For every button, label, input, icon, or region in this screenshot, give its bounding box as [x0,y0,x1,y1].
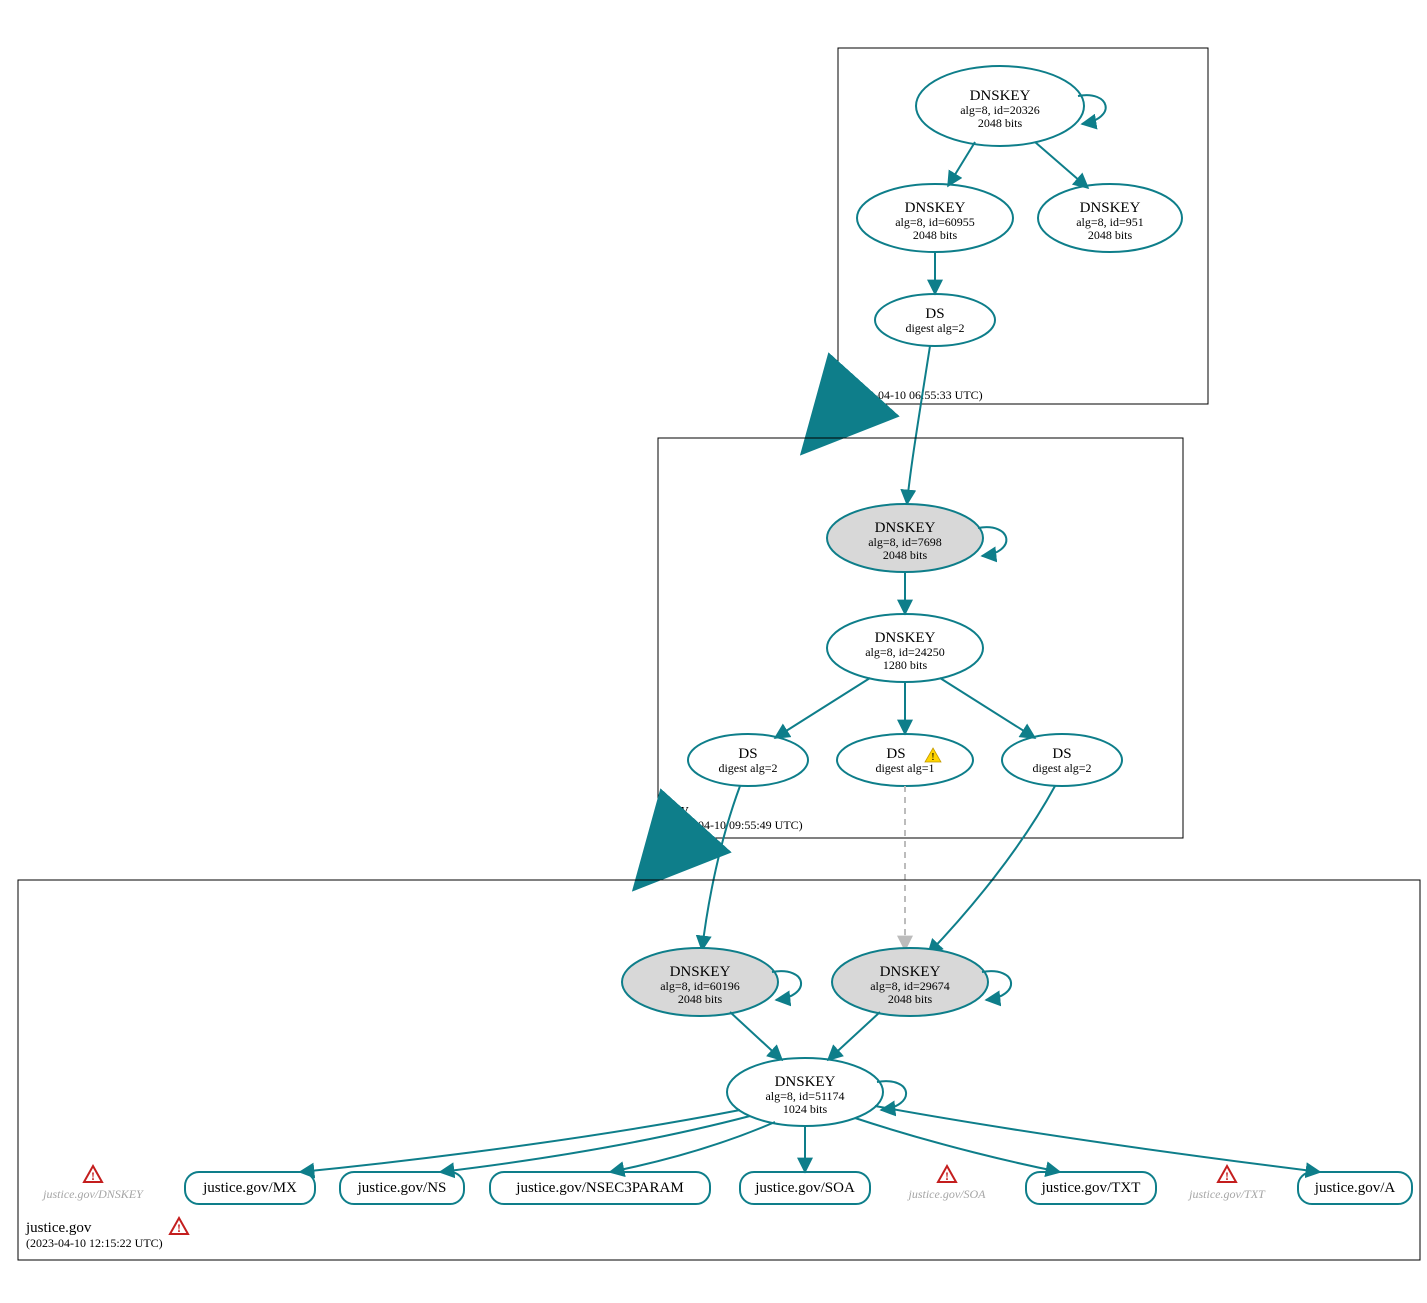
svg-text:alg=8, id=20326: alg=8, id=20326 [960,103,1040,117]
error-icon: ! [1218,1166,1236,1183]
rrset-mx: justice.gov/MX [185,1172,315,1204]
edge-root-to-gov-zone [832,400,850,420]
node-gov-ds2: DS digest alg=1 ! [837,734,973,786]
node-justice-ksk2: DNSKEY alg=8, id=29674 2048 bits [832,948,988,1016]
warning-dnskey: ! justice.gov/DNSKEY [41,1166,144,1201]
svg-text:!: ! [945,1169,949,1183]
svg-text:!: ! [1225,1169,1229,1183]
svg-text:!: ! [177,1221,181,1235]
node-gov-ds3: DS digest alg=2 [1002,734,1122,786]
svg-text:1280 bits: 1280 bits [883,658,928,672]
svg-text:1024 bits: 1024 bits [783,1102,828,1116]
rrset-nsec3param: justice.gov/NSEC3PARAM [490,1172,710,1204]
zone-justice: justice.gov (2023-04-10 12:15:22 UTC) ! … [18,880,1420,1260]
svg-text:justice.gov/MX: justice.gov/MX [202,1180,297,1196]
zone-root: . (2023-04-10 06:55:33 UTC) DNSKEY alg=8… [838,48,1208,404]
node-root-zsk1: DNSKEY alg=8, id=60955 2048 bits [857,184,1013,252]
svg-text:justice.gov/TXT: justice.gov/TXT [1041,1180,1141,1196]
edge-jzsk-txt [855,1118,1060,1172]
svg-text:justice.gov/A: justice.gov/A [1314,1180,1396,1196]
svg-text:justice.gov/NSEC3PARAM: justice.gov/NSEC3PARAM [515,1180,683,1196]
svg-text:justice.gov/DNSKEY: justice.gov/DNSKEY [41,1187,144,1201]
svg-text:digest alg=1: digest alg=1 [875,761,934,775]
edge-gov-to-justice-zone [664,836,682,856]
svg-text:DS: DS [1052,746,1071,762]
svg-text:alg=8, id=51174: alg=8, id=51174 [765,1089,844,1103]
node-root-ksk: DNSKEY alg=8, id=20326 2048 bits [916,66,1084,146]
node-justice-zsk: DNSKEY alg=8, id=51174 1024 bits [727,1058,883,1126]
svg-text:alg=8, id=60955: alg=8, id=60955 [895,215,975,229]
node-root-zsk2: DNSKEY alg=8, id=951 2048 bits [1038,184,1182,252]
svg-text:DNSKEY: DNSKEY [1080,200,1141,216]
svg-text:justice.gov/SOA: justice.gov/SOA [754,1180,855,1196]
svg-text:DNSKEY: DNSKEY [875,520,936,536]
svg-text:!: ! [91,1169,95,1183]
edge-root-ksk-zsk1 [948,142,975,186]
svg-text:DS: DS [738,746,757,762]
zone-root-timestamp: (2023-04-10 06:55:33 UTC) [846,388,983,402]
edge-root-ksk-zsk2 [1035,142,1088,188]
warning-txt: ! justice.gov/TXT [1187,1166,1266,1201]
rrset-ns: justice.gov/NS [340,1172,464,1204]
rrset-txt: justice.gov/TXT [1026,1172,1156,1204]
svg-text:DNSKEY: DNSKEY [880,964,941,980]
svg-text:digest alg=2: digest alg=2 [905,321,964,335]
svg-text:DNSKEY: DNSKEY [775,1074,836,1090]
svg-text:DNSKEY: DNSKEY [670,964,731,980]
node-gov-ds1: DS digest alg=2 [688,734,808,786]
edge-jzsk-mx [300,1110,740,1172]
svg-text:2048 bits: 2048 bits [883,548,928,562]
svg-text:2048 bits: 2048 bits [978,116,1023,130]
svg-text:2048 bits: 2048 bits [678,992,723,1006]
edge-gov-zsk-ds3 [940,678,1035,738]
edge-jzsk-a [875,1106,1320,1172]
zone-justice-label: justice.gov [25,1220,92,1236]
node-gov-zsk: DNSKEY alg=8, id=24250 1280 bits [827,614,983,682]
svg-text:2048 bits: 2048 bits [913,228,958,242]
svg-text:alg=8, id=24250: alg=8, id=24250 [865,645,945,659]
svg-text:DNSKEY: DNSKEY [875,630,936,646]
edge-jksk2-jzsk [828,1012,880,1060]
zone-gov: gov (2023-04-10 09:55:49 UTC) DNSKEY alg… [658,438,1183,838]
zone-justice-timestamp: (2023-04-10 12:15:22 UTC) [26,1236,163,1250]
error-icon: ! [938,1166,956,1183]
svg-text:DNSKEY: DNSKEY [905,200,966,216]
svg-text:justice.gov/TXT: justice.gov/TXT [1187,1187,1266,1201]
svg-text:DNSKEY: DNSKEY [970,88,1031,104]
node-justice-ksk1: DNSKEY alg=8, id=60196 2048 bits [622,948,778,1016]
svg-text:digest alg=2: digest alg=2 [1032,761,1091,775]
svg-text:!: ! [931,751,935,763]
rrset-soa: justice.gov/SOA [740,1172,870,1204]
zone-gov-label: gov [666,802,689,818]
error-icon: ! [170,1218,188,1235]
svg-text:justice.gov/SOA: justice.gov/SOA [907,1187,987,1201]
svg-text:alg=8, id=60196: alg=8, id=60196 [660,979,740,993]
rrset-a: justice.gov/A [1298,1172,1412,1204]
zone-gov-timestamp: (2023-04-10 09:55:49 UTC) [666,818,803,832]
svg-text:2048 bits: 2048 bits [888,992,933,1006]
svg-text:2048 bits: 2048 bits [1088,228,1133,242]
node-root-ds: DS digest alg=2 [875,294,995,346]
warning-soa: ! justice.gov/SOA [907,1166,987,1201]
svg-text:justice.gov/NS: justice.gov/NS [357,1180,447,1196]
edge-gov-zsk-ds1 [775,678,870,738]
svg-text:digest alg=2: digest alg=2 [718,761,777,775]
edge-jksk1-jzsk [730,1012,782,1060]
zone-root-label: . [846,373,850,389]
svg-text:DS: DS [886,746,905,762]
svg-text:alg=8, id=29674: alg=8, id=29674 [870,979,950,993]
svg-text:alg=8, id=951: alg=8, id=951 [1076,215,1144,229]
edge-root-ds-gov-ksk [907,346,930,504]
svg-text:alg=8, id=7698: alg=8, id=7698 [868,535,942,549]
svg-text:DS: DS [925,306,944,322]
edge-ds1-jksk1 [702,786,740,950]
error-icon: ! [84,1166,102,1183]
edge-ds3-jksk2 [928,786,1055,954]
node-gov-ksk: DNSKEY alg=8, id=7698 2048 bits [827,504,983,572]
edge-jzsk-ns [440,1116,750,1172]
